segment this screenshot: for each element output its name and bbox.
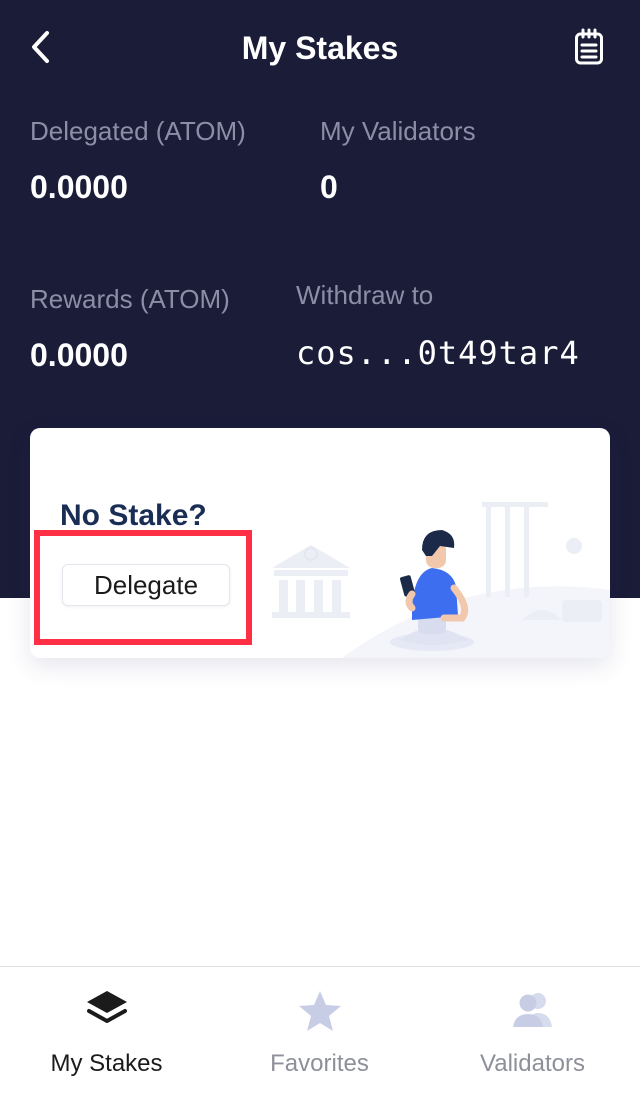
rewards-value: 0.0000: [30, 337, 128, 373]
history-button[interactable]: [570, 26, 608, 68]
rewards-label: Rewards (ATOM): [30, 284, 230, 314]
tab-my-stakes-label: My Stakes: [50, 1050, 163, 1077]
delegate-highlight-box: [34, 530, 252, 645]
tab-validators[interactable]: Validators: [426, 967, 639, 1097]
back-button[interactable]: [22, 28, 58, 66]
bottom-tab-bar: My Stakes Favorites Validators: [0, 966, 640, 1097]
clipboard-icon: [575, 28, 603, 65]
users-icon: [512, 993, 552, 1027]
delegated-label: Delegated (ATOM): [30, 116, 246, 146]
withdraw-address[interactable]: cos...0t49tar4: [296, 334, 580, 372]
withdraw-label: Withdraw to: [296, 280, 434, 310]
tab-favorites[interactable]: Favorites: [213, 967, 426, 1097]
tab-my-stakes[interactable]: My Stakes: [0, 967, 213, 1097]
star-icon: [298, 991, 341, 1031]
tab-validators-label: Validators: [480, 1050, 585, 1077]
staking-illustration: [272, 502, 610, 658]
page-title: My Stakes: [241, 30, 399, 66]
delegated-value: 0.0000: [30, 169, 128, 205]
no-stake-title: No Stake?: [60, 499, 207, 532]
validators-value: 0: [320, 169, 338, 205]
tab-favorites-label: Favorites: [270, 1050, 369, 1077]
validators-label: My Validators: [320, 116, 476, 146]
layers-icon: [86, 991, 127, 1023]
chevron-left-icon: [32, 31, 49, 63]
